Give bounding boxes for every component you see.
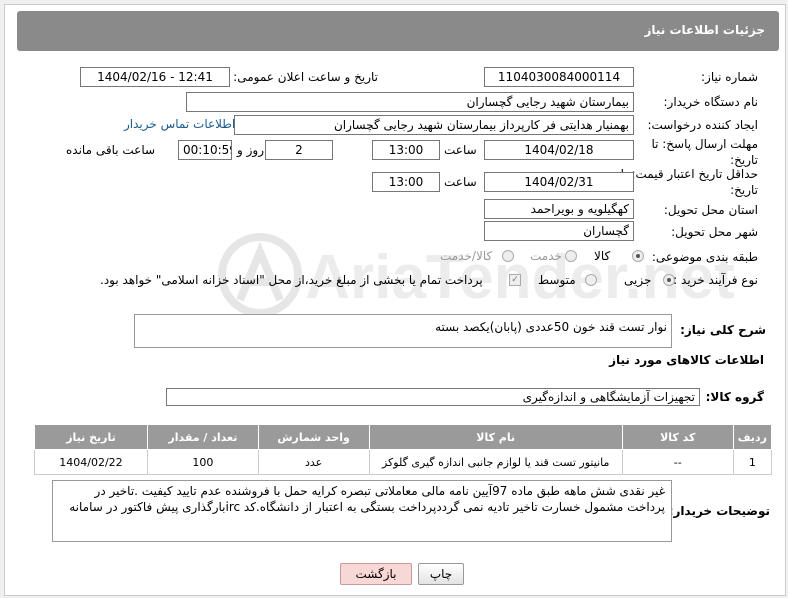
creator-label: ایجاد کننده درخواست: bbox=[647, 118, 758, 132]
process-label: نوع فرآیند خرید : bbox=[673, 273, 758, 287]
city-label: شهر محل تحویل: bbox=[671, 225, 758, 239]
goods-section-title: اطلاعات کالاهای مورد نیاز bbox=[609, 353, 764, 367]
back-button[interactable]: بازگشت bbox=[340, 563, 412, 585]
description-label: شرح کلی نیاز: bbox=[680, 323, 766, 337]
print-button[interactable]: چاپ bbox=[418, 563, 464, 585]
category-radio-goods[interactable] bbox=[632, 250, 644, 262]
goods-group-field: تجهیزات آزمایشگاهی و اندازه‌گیری bbox=[166, 388, 700, 406]
buyer-notes-field: غیر نقدی شش ماهه طبق ماده 97آیین نامه ما… bbox=[52, 480, 672, 542]
need-number-field: 1104030084000114 bbox=[484, 67, 634, 87]
treasury-payment-checkbox[interactable]: ✓ bbox=[509, 274, 521, 286]
cell-unit: عدد bbox=[257, 449, 370, 475]
deadline-label: مهلت ارسال پاسخ: تا تاریخ: bbox=[651, 137, 758, 167]
table-row: 1 -- مانیتور تست قند یا لوازم جانبی اندا… bbox=[34, 449, 773, 475]
category-label: طبقه بندی موضوعی: bbox=[651, 250, 758, 264]
deadline-time-field: 13:00 bbox=[372, 140, 440, 160]
province-label: استان محل تحویل: bbox=[663, 203, 758, 217]
col-unit: واحد شمارش bbox=[257, 424, 370, 450]
price-validity-time-field: 13:00 bbox=[372, 172, 440, 192]
category-radio-goods-service[interactable] bbox=[502, 250, 514, 262]
category-option-goods-service: کالا/خدمت bbox=[440, 249, 493, 263]
description-field: نوار تست قند خون 50عددی (پابان)یکصد بسته bbox=[134, 314, 672, 348]
days-label: روز و bbox=[237, 143, 264, 157]
buyer-org-field: بیمارستان شهید رجایی گچساران bbox=[186, 92, 634, 112]
col-code: کد کالا bbox=[621, 424, 734, 450]
province-field: کهگیلویه و بویراحمد bbox=[484, 199, 634, 219]
buyer-org-label: نام دستگاه خریدار: bbox=[663, 95, 759, 109]
cell-code: -- bbox=[621, 449, 734, 475]
price-validity-date-field: 1404/02/31 bbox=[484, 172, 634, 192]
remaining-time-field: 00:10:59 bbox=[178, 140, 232, 160]
goods-group-label: گروه کالا: bbox=[705, 390, 764, 404]
goods-table: ردیف کد کالا نام کالا واحد شمارش تعداد /… bbox=[34, 424, 773, 475]
cell-name: مانیتور تست قند یا لوازم جانبی اندازه گی… bbox=[368, 449, 623, 475]
city-field: گچساران bbox=[484, 221, 634, 241]
col-row: ردیف bbox=[732, 424, 773, 450]
process-radio-minor[interactable] bbox=[663, 274, 675, 286]
page-header: جزئیات اطلاعات نیاز bbox=[17, 11, 779, 51]
deadline-time-label: ساعت bbox=[444, 143, 477, 157]
remaining-label: ساعت باقی مانده bbox=[66, 143, 156, 157]
col-name: نام کالا bbox=[368, 424, 623, 450]
col-qty: تعداد / مقدار bbox=[146, 424, 259, 450]
category-radio-service[interactable] bbox=[565, 250, 577, 262]
treasury-payment-note: پرداخت تمام یا بخشی از مبلغ خرید،از محل … bbox=[100, 273, 483, 287]
cell-date: 1404/02/22 bbox=[34, 449, 148, 475]
deadline-date-field: 1404/02/18 bbox=[484, 140, 634, 160]
page-title: جزئیات اطلاعات نیاز bbox=[644, 23, 765, 37]
cell-qty: 100 bbox=[146, 449, 259, 475]
price-validity-time-label: ساعت bbox=[444, 175, 477, 189]
goods-table-header: ردیف کد کالا نام کالا واحد شمارش تعداد /… bbox=[34, 424, 773, 450]
buyer-notes-label: توضیحات خریدار: bbox=[668, 504, 770, 518]
remaining-days-field: 2 bbox=[265, 140, 333, 160]
creator-field: بهمنیار هدایتی فر کارپرداز بیمارستان شهی… bbox=[234, 115, 634, 135]
process-option-medium: متوسط bbox=[538, 273, 576, 287]
price-validity-label: حداقل تاریخ اعتبار قیمت: تا تاریخ: bbox=[620, 167, 758, 197]
category-option-service: خدمت bbox=[530, 249, 562, 263]
announce-datetime-field: 1404/02/16 - 12:41 bbox=[80, 67, 230, 87]
process-radio-medium[interactable] bbox=[585, 274, 597, 286]
category-option-goods: کالا bbox=[594, 249, 611, 263]
buyer-contact-link[interactable]: اطلاعات تماس خریدار bbox=[124, 117, 235, 131]
need-number-label: شماره نیاز: bbox=[701, 70, 758, 84]
announce-label: تاریخ و ساعت اعلان عمومی: bbox=[233, 70, 378, 84]
col-date: تاریخ نیاز bbox=[34, 424, 148, 450]
process-option-minor: جزیی bbox=[624, 273, 652, 287]
cell-row: 1 bbox=[732, 449, 773, 475]
